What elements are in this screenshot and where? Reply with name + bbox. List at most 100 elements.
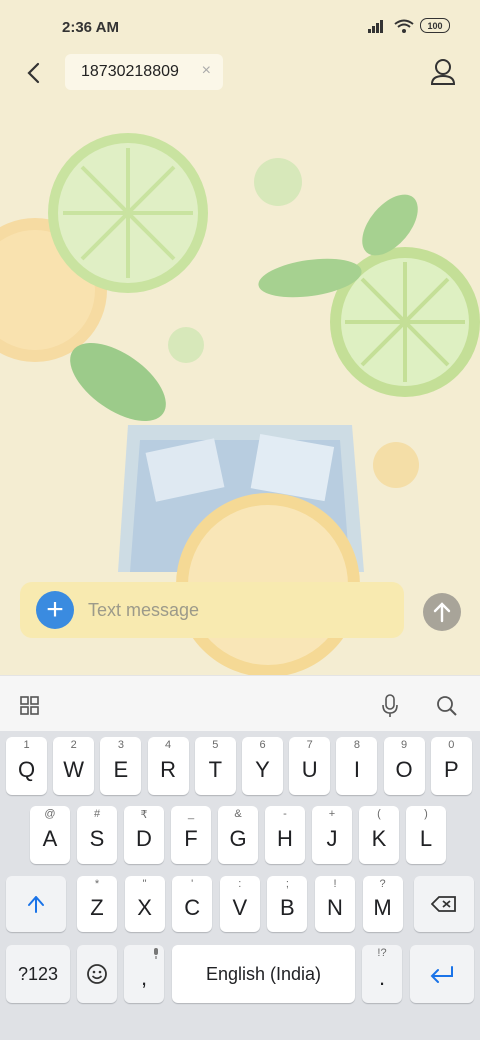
recipient-chip[interactable]: 18730218809 × [65,54,223,90]
key-u[interactable]: 7U [289,737,331,795]
comma-label: , [140,965,148,990]
clear-recipient-icon[interactable]: × [202,62,211,80]
key-hint: # [93,808,101,820]
key-label: H [277,826,293,851]
wallpaper-illustration [0,133,480,675]
recipient-number: 18730218809 [81,63,179,80]
key-hint: 0 [448,739,455,751]
back-icon [27,62,40,84]
key-i[interactable]: 8I [336,737,378,795]
key-o[interactable]: 9O [383,737,425,795]
key-label: F [184,826,198,851]
space-key[interactable]: English (India) [172,945,355,1003]
key-label: D [136,826,152,851]
key-label: A [42,826,58,851]
key-g[interactable]: & G [218,806,258,864]
key-label: V [232,895,248,920]
emoji-key[interactable] [77,945,117,1003]
key-hint: ) [424,808,428,820]
key-e[interactable]: 3E [100,737,142,795]
battery-icon: 100 [420,18,450,33]
key-q[interactable]: 1Q [6,737,47,795]
key-k[interactable]: (K [359,806,399,864]
mic-hint-icon [154,948,158,959]
conversation-header: 18730218809 × [0,52,480,94]
key-label: B [280,895,295,920]
message-composer: + Text message [20,582,404,638]
status-bar: 2:36 AM 100 [0,0,480,56]
enter-key[interactable] [410,945,474,1003]
status-time: 2:36 AM [62,19,119,36]
key-h[interactable]: -H [265,806,305,864]
key-hint: & [234,808,242,820]
key-hint: - [283,808,287,820]
key-hint: : [238,878,242,890]
keyboard: 1Q2W3E4R5T6Y7U8I9O0P @ A # S ₹ D _ F & G - H + J(K) L … [0,731,480,1040]
key-p[interactable]: 0P [430,737,472,795]
key-d[interactable]: ₹ D [124,806,164,864]
key-f[interactable]: _ F [171,806,211,864]
key-label: X [137,895,152,920]
key-l[interactable]: ) L [406,806,446,864]
key-label: P [443,757,459,782]
apps-grid-icon[interactable] [20,696,40,716]
key-hint: 8 [353,739,360,751]
contact-button[interactable] [428,56,458,88]
search-icon[interactable] [436,695,458,717]
key-label: S [89,826,105,851]
send-button[interactable] [423,593,461,631]
key-hint: 1 [23,739,30,751]
message-input[interactable]: Text message [88,600,199,621]
key-label: I [353,757,360,782]
keyboard-toolbar [0,675,480,732]
key-hint: 2 [70,739,77,751]
key-hint: 7 [306,739,313,751]
wallpaper [0,0,480,675]
period-hint: !? [377,947,387,959]
key-m[interactable]: ? M [362,876,403,932]
key-hint: " [142,878,147,890]
key-hint: @ [44,808,56,820]
signal-icon [368,19,383,33]
back-button[interactable] [20,58,46,88]
key-x[interactable]: " X [124,876,165,932]
key-label: U [301,757,318,782]
backspace-key[interactable] [414,876,474,932]
key-hint: ₹ [140,809,148,821]
key-label: T [208,757,223,782]
emoji-icon [87,964,107,984]
key-z[interactable]: * Z [77,876,117,932]
key-w[interactable]: 2W [53,737,95,795]
key-r[interactable]: 4R [147,737,189,795]
key-hint: ' [191,878,194,890]
person-icon [430,59,456,85]
key-t[interactable]: 5T [194,737,236,795]
key-hint: * [94,878,100,890]
key-v[interactable]: :V [219,876,260,932]
period-label: . [378,965,386,990]
key-label: K [371,826,387,851]
mic-icon[interactable] [381,694,399,718]
comma-key[interactable]: , [124,945,164,1003]
key-hint: 4 [165,739,172,751]
key-label: Q [17,757,36,782]
attach-button[interactable]: + [36,591,74,629]
key-hint: ( [377,808,381,820]
key-b[interactable]: ; B [267,876,308,932]
key-hint: ? [379,878,386,890]
symbols-key[interactable]: ?123 [6,945,70,1003]
key-c[interactable]: ' C [172,876,213,932]
key-s[interactable]: # S [77,806,117,864]
key-n[interactable]: ! N [315,876,355,932]
key-y[interactable]: 6Y [242,737,283,795]
backspace-icon [431,896,456,912]
period-key[interactable]: !? . [362,945,402,1003]
send-icon [433,602,451,623]
enter-icon [430,966,453,983]
key-j[interactable]: + J [312,806,352,864]
key-label: W [63,757,85,782]
key-a[interactable]: @ A [30,806,70,864]
key-label: M [373,895,392,920]
key-hint: 6 [259,739,266,751]
shift-key[interactable] [6,876,66,932]
